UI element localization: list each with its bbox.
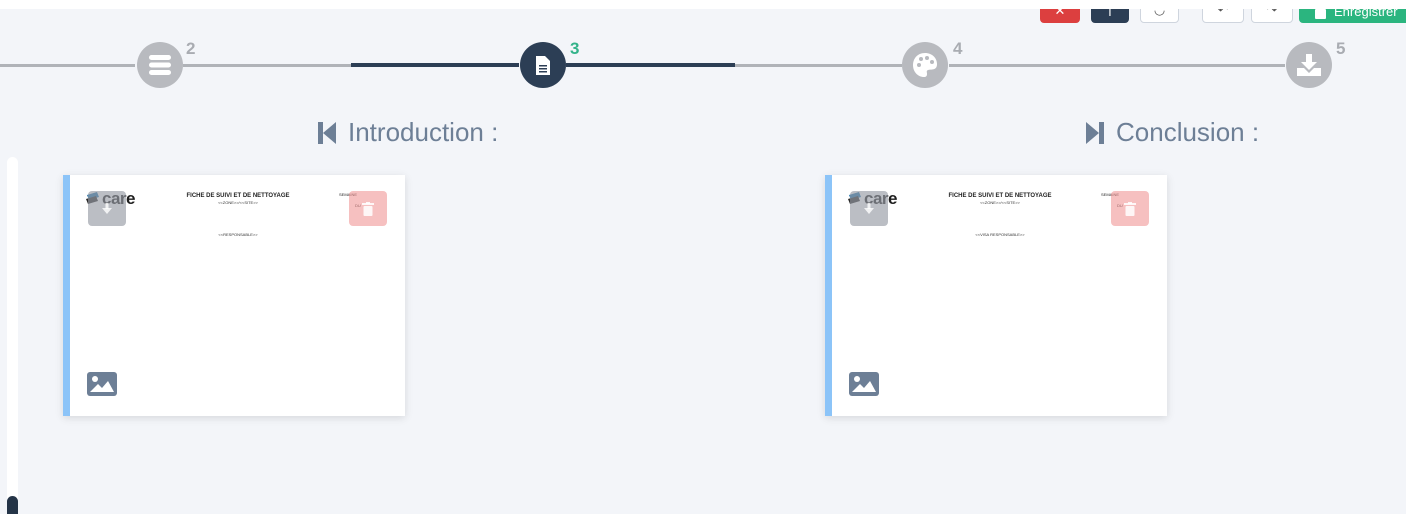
document-icon <box>536 55 550 75</box>
redo-icon: ↷ <box>1266 9 1278 17</box>
conclusion-card[interactable]: care FICHE DE SUIVI ET DE NETTOYAGE <<ZO… <box>825 175 1167 416</box>
stepper-line <box>735 64 902 67</box>
stepper-line-active <box>351 63 519 67</box>
delete-button[interactable] <box>349 191 387 226</box>
download-button[interactable] <box>88 191 126 226</box>
download-icon <box>864 202 874 214</box>
document-title: FICHE DE SUIVI ET DE NETTOYAGE <box>948 193 1052 199</box>
step-number: 3 <box>570 39 580 58</box>
document-title: FICHE DE SUIVI ET DE NETTOYAGE <box>186 193 290 199</box>
scrollbar-thumb[interactable] <box>7 496 18 514</box>
step-number: 4 <box>953 39 963 58</box>
info-button[interactable]: i <box>1091 9 1129 23</box>
card-accent <box>63 175 70 416</box>
close-button[interactable]: ✕ <box>1040 9 1080 23</box>
step-number: 5 <box>1336 39 1346 58</box>
save-icon <box>1315 9 1326 19</box>
document-subtitle: <<ZONE>>/<<SITE>> <box>218 200 258 205</box>
trash-icon <box>362 201 374 216</box>
introduction-card[interactable]: care FICHE DE SUIVI ET DE NETTOYAGE <<ZO… <box>63 175 405 416</box>
eye-icon: ◡ <box>1153 9 1166 17</box>
editor-page: ✕ i ◡ ↶ ↷ Enregistrer 2 3 4 5 Introducti… <box>0 9 1406 514</box>
introduction-heading: Introduction : <box>318 117 498 148</box>
document-body: <<VISA RESPONSABLE>> <box>975 232 1025 237</box>
document-body: <<RESPONSABLE>> <box>218 232 258 237</box>
step-5[interactable] <box>1286 42 1332 88</box>
info-icon: i <box>1108 9 1112 19</box>
document-subtitle: <<ZONE>>/<<SITE>> <box>980 200 1020 205</box>
download-icon <box>1297 54 1321 76</box>
stepper-line <box>0 64 135 67</box>
step-2[interactable] <box>137 42 183 88</box>
palette-icon <box>913 53 937 77</box>
preview-button[interactable]: ◡ <box>1140 9 1179 23</box>
step-number: 2 <box>186 39 196 58</box>
scrollbar-track[interactable] <box>7 157 18 514</box>
save-label: Enregistrer <box>1334 9 1398 19</box>
undo-button[interactable]: ↶ <box>1202 9 1244 23</box>
undo-icon: ↶ <box>1217 9 1229 17</box>
stepper-line-active <box>566 63 735 67</box>
list-icon <box>149 55 171 75</box>
download-button[interactable] <box>850 191 888 226</box>
delete-button[interactable] <box>1111 191 1149 226</box>
stepper-line <box>183 64 351 67</box>
conclusion-heading: Conclusion : <box>1086 117 1259 148</box>
conclusion-title: Conclusion : <box>1116 117 1260 147</box>
close-icon: ✕ <box>1054 9 1066 18</box>
step-forward-icon <box>1086 121 1104 144</box>
download-icon <box>102 202 112 214</box>
card-accent <box>825 175 832 416</box>
stepper-line <box>949 64 1285 67</box>
redo-button[interactable]: ↷ <box>1251 9 1293 23</box>
step-3[interactable] <box>520 42 566 88</box>
save-button[interactable]: Enregistrer <box>1299 9 1406 23</box>
trash-icon <box>1124 201 1136 216</box>
image-icon[interactable] <box>87 372 117 396</box>
image-icon[interactable] <box>849 372 879 396</box>
introduction-title: Introduction : <box>348 117 499 147</box>
step-4[interactable] <box>902 42 948 88</box>
step-backward-icon <box>318 121 336 144</box>
